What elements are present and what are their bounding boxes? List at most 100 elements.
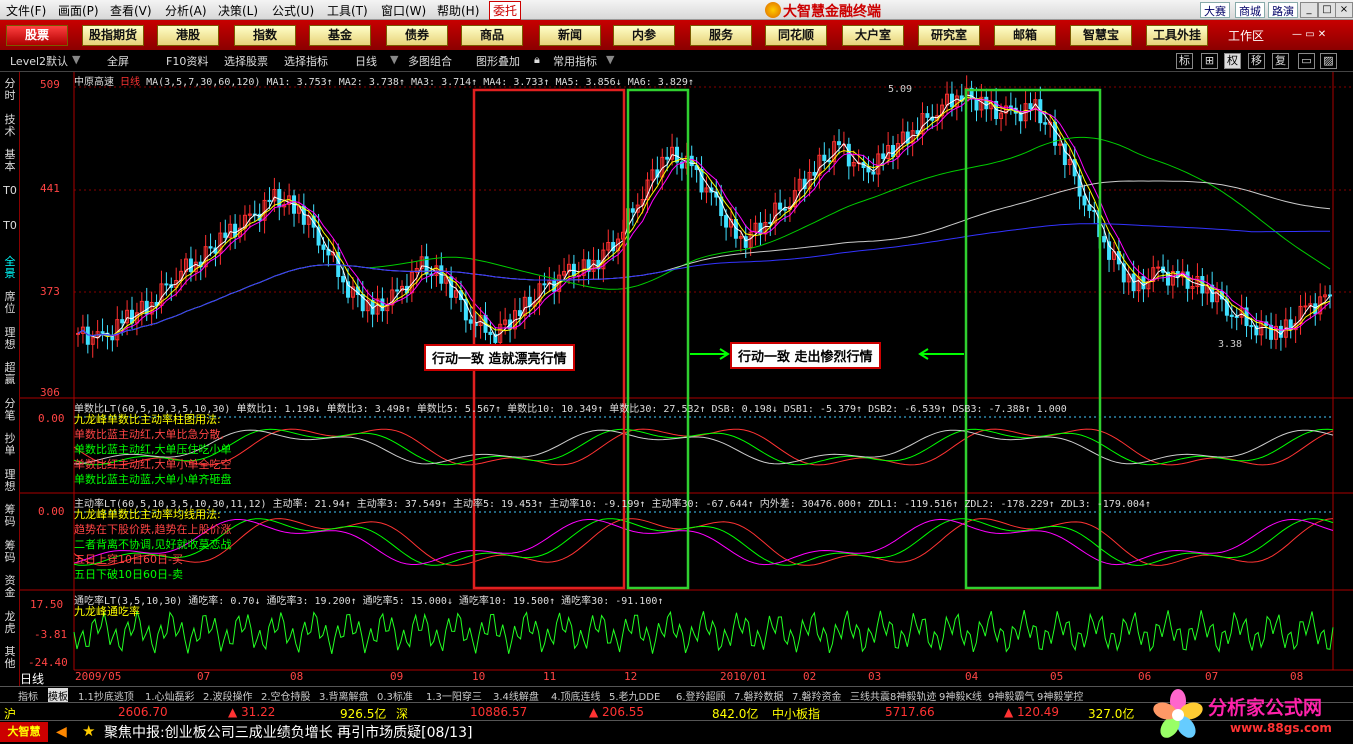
sidebar-item-1[interactable]: 技术 xyxy=(2,113,18,138)
sidebar-item-14[interactable]: 资金 xyxy=(2,575,18,599)
menu-view[interactable]: 查看(V) xyxy=(110,2,152,19)
tab-1[interactable]: 股指期货 xyxy=(82,25,144,46)
low-price-label: 3.38 xyxy=(1218,339,1243,350)
toolbar-icon-4[interactable]: 复 xyxy=(1272,53,1289,69)
period-label[interactable]: 日线 xyxy=(20,670,44,687)
minimize-icon[interactable]: _ xyxy=(1300,2,1318,18)
menu-window[interactable]: 窗口(W) xyxy=(381,2,426,19)
tab-15[interactable]: 工具外挂 xyxy=(1146,25,1208,46)
sidebar-item-12[interactable]: 筹码 xyxy=(2,504,18,528)
sidebar-item-0[interactable]: 分时 xyxy=(2,78,18,102)
candle-body xyxy=(488,331,493,335)
pane3-note: 九龙峰单数比主动率均线用法: xyxy=(74,508,221,521)
roadshow-link[interactable]: 路演 xyxy=(1268,2,1298,18)
indicator-tab-5[interactable]: 2.空仓持股 xyxy=(261,688,311,703)
select-indicator-button[interactable]: 选择指标 xyxy=(284,53,328,69)
menu-view-screen[interactable]: 画面(P) xyxy=(58,2,99,19)
menu-tools[interactable]: 工具(T) xyxy=(327,2,368,19)
tab-8[interactable]: 内参 xyxy=(613,25,675,46)
sidebar-item-5[interactable]: 全景 xyxy=(2,255,18,280)
indicator-tab-4[interactable]: 2.波段操作 xyxy=(203,688,253,703)
indicator-tab-15[interactable]: 三线共震 xyxy=(850,688,890,703)
toolbar-icon-6[interactable]: ▨ xyxy=(1320,53,1337,69)
tabbar-window-icons[interactable]: — ▭ ✕ xyxy=(1292,29,1326,40)
tab-3[interactable]: 指数 xyxy=(234,25,296,46)
candle-body xyxy=(1303,305,1308,308)
news-ticker[interactable]: 聚焦中报:创业板公司三成业绩负增长 再引市场质疑[08/13] xyxy=(104,722,472,742)
tab-5[interactable]: 债券 xyxy=(386,25,448,46)
sidebar-item-4[interactable]: T0 xyxy=(2,220,18,232)
indicator-tab-18[interactable]: 9神毅霸气 xyxy=(988,688,1034,703)
fullscreen-button[interactable]: 全屏 xyxy=(107,53,129,69)
sidebar-item-13[interactable]: 筹码 xyxy=(2,539,18,564)
indicator-tab-11[interactable]: 5.老九DDE xyxy=(609,688,660,703)
sidebar-item-15[interactable]: 龙虎 xyxy=(2,610,18,635)
menu-help[interactable]: 帮助(H) xyxy=(437,2,479,19)
toolbar-icon-1[interactable]: ⊞ xyxy=(1201,53,1218,69)
tab-9[interactable]: 服务 xyxy=(690,25,752,46)
candle-body xyxy=(552,279,557,292)
tab-13[interactable]: 邮箱 xyxy=(994,25,1056,46)
period-select[interactable]: 日线 xyxy=(355,53,377,69)
indicator-tab-10[interactable]: 4.顶底连线 xyxy=(551,688,601,703)
select-stock-button[interactable]: 选择股票 xyxy=(224,53,268,69)
toolbar-icon-2[interactable]: 权 xyxy=(1224,53,1241,69)
candle-body xyxy=(871,171,876,175)
tab-12[interactable]: 研究室 xyxy=(918,25,980,46)
indicator-tab-0[interactable]: 指标 xyxy=(18,688,38,703)
level2-select[interactable]: Level2默认 xyxy=(10,53,68,69)
indicator-tab-2[interactable]: 1.1抄底逃顶 xyxy=(78,688,134,703)
sme-index: 5717.66 xyxy=(885,705,935,719)
common-indicator-select[interactable]: 常用指标 xyxy=(553,53,597,69)
indicator-tab-7[interactable]: 0.3标准 xyxy=(377,688,413,703)
menu-file[interactable]: 文件(F) xyxy=(6,2,46,19)
indicator-tab-12[interactable]: 6.登羚超顾 xyxy=(676,688,726,703)
menu-decision[interactable]: 决策(L) xyxy=(218,2,258,19)
sidebar-item-6[interactable]: 席位 xyxy=(2,291,18,315)
sidebar-item-9[interactable]: 分笔 xyxy=(2,397,18,422)
sidebar-item-7[interactable]: 理想 xyxy=(2,326,18,351)
tab-10[interactable]: 同花顺 xyxy=(765,25,827,46)
toolbar-icon-5[interactable]: ▭ xyxy=(1298,53,1315,69)
overlay-button[interactable]: 图形叠加 xyxy=(476,53,520,69)
indicator-tab-1[interactable]: 模板 xyxy=(48,688,68,703)
tab-14[interactable]: 智慧宝 xyxy=(1070,25,1132,46)
toolbar-icon-3[interactable]: 移 xyxy=(1248,53,1265,69)
entrust-button[interactable]: 委托 xyxy=(489,1,522,20)
tab-0[interactable]: 股票 xyxy=(6,25,68,46)
menu-formula[interactable]: 公式(U) xyxy=(272,2,314,19)
sidebar-item-8[interactable]: 超赢 xyxy=(2,362,18,386)
toolbar-icon-0[interactable]: 标 xyxy=(1176,53,1193,69)
contest-link[interactable]: 大赛 xyxy=(1200,2,1230,18)
indicator-tab-8[interactable]: 1.3一阳穿三 xyxy=(426,688,482,703)
indicator-tab-6[interactable]: 3.背离解盘 xyxy=(319,688,369,703)
sidebar-item-3[interactable]: T0 xyxy=(2,184,18,197)
indicator-tab-16[interactable]: 8神毅轨迹 xyxy=(890,688,936,703)
indicator-tab-9[interactable]: 3.4线解盘 xyxy=(493,688,539,703)
indicator-tab-14[interactable]: 7.磐羚资金 xyxy=(792,688,842,703)
sidebar-item-16[interactable]: 其他 xyxy=(2,646,18,670)
app-title: 大智慧金融终端 xyxy=(783,4,881,20)
candle-body xyxy=(321,244,326,250)
menu-analysis[interactable]: 分析(A) xyxy=(165,2,207,19)
tab-7[interactable]: 新闻 xyxy=(539,25,601,46)
mall-link[interactable]: 商城 xyxy=(1235,2,1265,18)
indicator-tab-13[interactable]: 7.磐羚数据 xyxy=(734,688,784,703)
multi-chart-button[interactable]: 多图组合 xyxy=(408,53,452,69)
sidebar-item-11[interactable]: 理想 xyxy=(2,468,18,493)
tab-6[interactable]: 商品 xyxy=(461,25,523,46)
sidebar-item-10[interactable]: 抄单 xyxy=(2,433,18,457)
indicator-tab-19[interactable]: 9神毅掌控 xyxy=(1037,688,1083,703)
tab-4[interactable]: 基金 xyxy=(309,25,371,46)
indicator-tab-3[interactable]: 1.心灿磊彩 xyxy=(145,688,195,703)
sidebar-item-2[interactable]: 基本 xyxy=(2,149,18,173)
tab-2[interactable]: 港股 xyxy=(157,25,219,46)
maximize-icon[interactable]: □ xyxy=(1318,2,1336,18)
tab-11[interactable]: 大户室 xyxy=(842,25,904,46)
lock-icon[interactable]: 🔒︎ xyxy=(534,53,540,67)
indicator-tab-17[interactable]: 9神毅K线 xyxy=(939,688,982,703)
y-tick: 509 xyxy=(40,78,60,91)
workspace-button[interactable]: 工作区 xyxy=(1228,27,1264,44)
f10-button[interactable]: F10资料 xyxy=(166,53,208,69)
close-icon[interactable]: × xyxy=(1335,2,1353,18)
